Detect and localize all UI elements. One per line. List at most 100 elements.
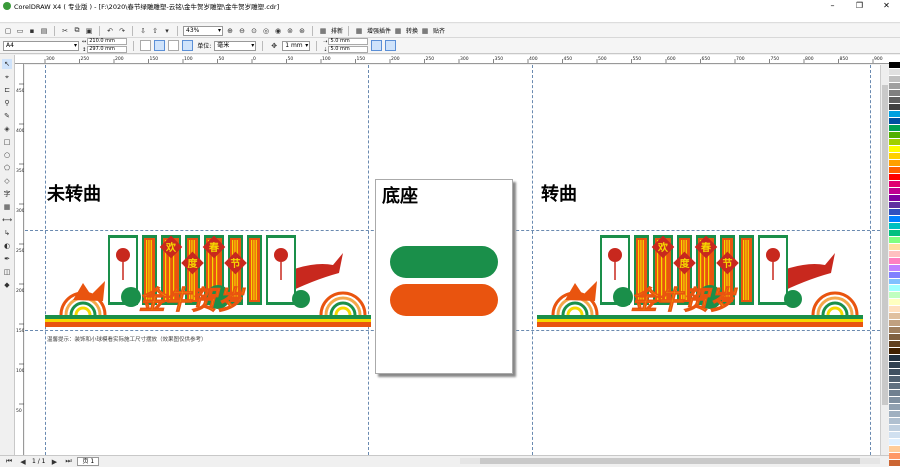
color-swatch[interactable] [889, 138, 900, 146]
color-swatch[interactable] [889, 124, 900, 132]
color-swatch[interactable] [889, 222, 900, 230]
base-page[interactable]: 底座 [375, 179, 513, 374]
horizontal-scroll-thumb[interactable] [480, 458, 860, 464]
smart-fill-tool-icon[interactable]: ◈ [2, 124, 12, 134]
color-swatch[interactable] [889, 89, 900, 97]
color-swatch[interactable] [889, 439, 900, 447]
options-icon[interactable]: ▦ [318, 26, 328, 36]
color-swatch[interactable] [889, 61, 900, 69]
vertical-scrollbar[interactable] [880, 65, 888, 455]
color-swatch[interactable] [889, 460, 900, 467]
duplicate-x-field[interactable]: 5.0 mm [328, 38, 369, 45]
color-swatch[interactable] [889, 55, 900, 62]
color-swatch[interactable] [889, 229, 900, 237]
duplicate-y-field[interactable]: 5.0 mm [328, 46, 369, 53]
color-swatch[interactable] [889, 432, 900, 440]
color-swatch[interactable] [889, 117, 900, 125]
color-swatch[interactable] [889, 299, 900, 307]
polygon-tool-icon[interactable]: ⬠ [2, 163, 12, 173]
color-swatch[interactable] [889, 334, 900, 342]
color-swatch[interactable] [889, 341, 900, 349]
eyedropper-tool-icon[interactable]: ✒ [2, 254, 12, 264]
previous-page-icon[interactable]: ◀ [18, 457, 28, 467]
redo-icon[interactable]: ↷ [117, 26, 127, 36]
page-tab-1[interactable]: 页 1 [77, 457, 100, 466]
color-swatch[interactable] [889, 236, 900, 244]
horizontal-scrollbar[interactable] [460, 458, 880, 464]
orange-base-pill[interactable] [390, 284, 498, 316]
color-swatch[interactable] [889, 327, 900, 335]
paste-icon[interactable]: ▣ [84, 26, 94, 36]
ellipse-tool-icon[interactable]: ○ [2, 150, 12, 160]
color-swatch[interactable] [889, 215, 900, 223]
color-swatch[interactable] [889, 201, 900, 209]
color-swatch[interactable] [889, 271, 900, 279]
first-page-icon[interactable]: ⏮ [4, 457, 14, 467]
color-swatch[interactable] [889, 166, 900, 174]
color-swatch[interactable] [889, 376, 900, 384]
page-size-select[interactable]: A4 [3, 40, 79, 51]
color-swatch[interactable] [889, 208, 900, 216]
portrait-button[interactable] [140, 40, 152, 51]
zoom-in-icon[interactable]: ⊕ [225, 26, 235, 36]
options-label[interactable]: 排新 [331, 26, 343, 35]
table-tool-icon[interactable]: ▦ [2, 202, 12, 212]
color-swatch[interactable] [889, 257, 900, 265]
zoom-selected-icon[interactable]: ⊙ [249, 26, 259, 36]
color-swatch[interactable] [889, 187, 900, 195]
freehand-tool-icon[interactable]: ✎ [2, 111, 12, 121]
color-swatch[interactable] [889, 397, 900, 405]
treat-as-filled-button[interactable] [371, 40, 383, 51]
color-swatch[interactable] [889, 243, 900, 251]
horizontal-ruler[interactable]: 300 250 200 150 100 50 0 50 100 150 200 250 300 350 40… [15, 55, 892, 64]
snap-icon[interactable]: ▦ [420, 26, 430, 36]
color-swatch[interactable] [889, 110, 900, 118]
import-icon[interactable]: ⇩ [138, 26, 148, 36]
color-swatch[interactable] [889, 75, 900, 83]
dimension-tool-icon[interactable]: ⟷ [2, 215, 12, 225]
rectangle-tool-icon[interactable]: □ [2, 137, 12, 147]
design-unconverted[interactable]: 欢度春节金牛贺岁 [43, 225, 373, 330]
color-swatch[interactable] [889, 306, 900, 314]
design-converted[interactable]: 欢度春节金牛贺岁 [535, 225, 865, 330]
color-swatch[interactable] [889, 411, 900, 419]
color-swatch[interactable] [889, 159, 900, 167]
color-swatch[interactable] [889, 131, 900, 139]
landscape-button[interactable] [154, 40, 166, 51]
connector-tool-icon[interactable]: ↳ [2, 228, 12, 238]
minimize-button[interactable]: – [819, 0, 846, 12]
fill-tool-icon[interactable]: ◆ [2, 280, 12, 290]
color-swatch[interactable] [889, 418, 900, 426]
color-swatch[interactable] [889, 173, 900, 181]
print-icon[interactable]: ▤ [39, 26, 49, 36]
color-swatch[interactable] [889, 264, 900, 272]
zoom-width-icon[interactable]: ⊚ [285, 26, 295, 36]
zoom-all-icon[interactable]: ◎ [261, 26, 271, 36]
color-swatch[interactable] [889, 68, 900, 76]
page-width-field[interactable]: 210.0 mm [87, 38, 128, 45]
color-swatch[interactable] [889, 348, 900, 356]
next-page-icon[interactable]: ▶ [49, 457, 59, 467]
color-swatch[interactable] [889, 404, 900, 412]
color-swatch[interactable] [889, 355, 900, 363]
cut-icon[interactable]: ✂ [60, 26, 70, 36]
color-swatch[interactable] [889, 369, 900, 377]
green-base-pill[interactable] [390, 246, 498, 278]
all-pages-button[interactable] [168, 40, 180, 51]
drawing-canvas[interactable]: 未转曲 转曲 欢度春节金牛贺岁 温馨提示：装饰和小球模看实际施工尺寸摆放（效果图… [25, 65, 880, 455]
color-swatch[interactable] [889, 362, 900, 370]
close-button[interactable]: ✕ [873, 0, 900, 12]
color-swatch[interactable] [889, 383, 900, 391]
blend-tool-icon[interactable]: ◐ [2, 241, 12, 251]
text-tool-icon[interactable]: 字 [2, 189, 12, 199]
plugin-icon[interactable]: ▦ [354, 26, 364, 36]
new-document-icon[interactable]: ▢ [3, 26, 13, 36]
units-select[interactable]: 毫米 [214, 40, 257, 51]
color-swatch[interactable] [889, 285, 900, 293]
color-swatch[interactable] [889, 278, 900, 286]
save-icon[interactable]: ▪ [27, 26, 37, 36]
zoom-height-icon[interactable]: ⊛ [297, 26, 307, 36]
draw-object-button[interactable] [385, 40, 397, 51]
convert-icon[interactable]: ▦ [393, 26, 403, 36]
snap-label[interactable]: 贴齐 [433, 26, 445, 35]
